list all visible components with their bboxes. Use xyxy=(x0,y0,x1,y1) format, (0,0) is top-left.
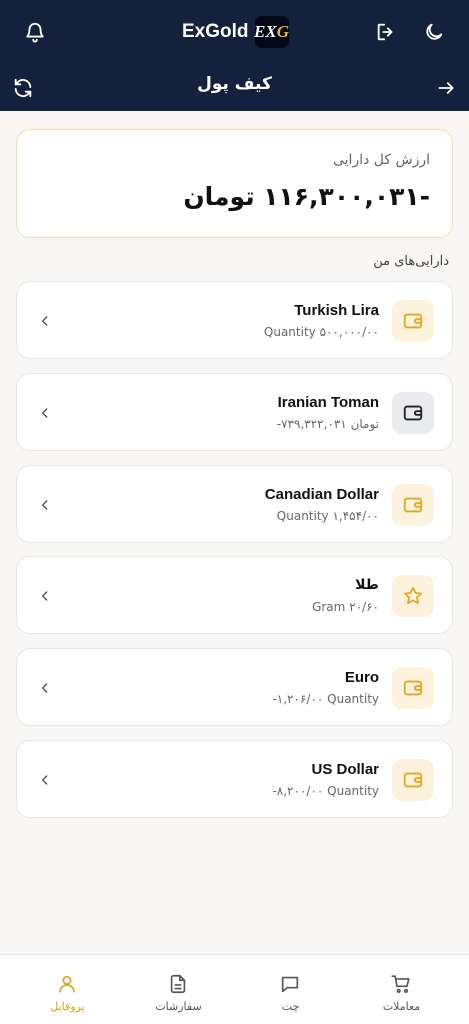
nav-label-orders: سفارشات xyxy=(155,1000,202,1013)
asset-name: Canadian Dollar xyxy=(264,486,379,503)
chat-icon xyxy=(281,976,299,993)
asset-card-us-dollar[interactable]: US Dollar -۸,۲۰۰/۰۰ Quantity xyxy=(16,740,453,818)
document-icon xyxy=(170,974,186,994)
bottom-navigation: پروفایل سفارشات چت معاملات xyxy=(0,954,469,1024)
top-bar-title-row: کیف پول xyxy=(0,64,469,111)
brand: ExGold EX G xyxy=(182,16,289,48)
asset-name: Euro xyxy=(344,669,379,686)
brand-logo-main: EX xyxy=(254,22,277,41)
asset-quantity: Quantity ۱,۴۵۴/۰۰ xyxy=(276,509,379,523)
total-value-card: ارزش کل دارایی -۱۱۶,۳۰۰,۰۳۱ تومان xyxy=(16,129,453,238)
nav-item-profile[interactable]: پروفایل xyxy=(9,955,126,1024)
total-value-label: ارزش کل دارایی xyxy=(332,152,430,168)
chevron-left-icon xyxy=(35,403,55,423)
asset-name: Turkish Lira xyxy=(294,302,379,319)
chevron-left-icon xyxy=(35,495,55,515)
nav-label-trades: معاملات xyxy=(382,1000,421,1013)
nav-label-chat: چت xyxy=(281,1000,300,1013)
chevron-left-icon xyxy=(35,770,55,790)
asset-card-gold[interactable]: طلا Gram ۲۰/۶۰ xyxy=(16,556,453,634)
bell-icon[interactable] xyxy=(19,16,51,48)
asset-name: Iranian Toman xyxy=(277,394,379,411)
wallet-icon xyxy=(392,392,434,434)
moon-icon[interactable] xyxy=(418,16,450,48)
chevron-left-icon xyxy=(35,311,55,331)
wallet-icon xyxy=(392,759,434,801)
nav-item-chat[interactable]: چت xyxy=(232,955,349,1024)
brand-logo: EX G xyxy=(254,16,289,48)
asset-name: طلا xyxy=(355,577,379,593)
asset-quantity: -۱,۲۰۶/۰۰ Quantity xyxy=(272,692,379,706)
wallet-icon xyxy=(392,300,434,342)
top-bar-main-row: ExGold EX G xyxy=(0,0,469,64)
wallet-icon xyxy=(392,667,434,709)
assets-section-title: دارایی‌های من xyxy=(373,254,449,269)
brand-logo-accent: G xyxy=(276,22,289,41)
asset-card-euro[interactable]: Euro -۱,۲۰۶/۰۰ Quantity xyxy=(16,648,453,726)
asset-name: US Dollar xyxy=(311,761,379,778)
page-title: کیف پول xyxy=(197,74,272,94)
wallet-icon xyxy=(392,484,434,526)
asset-card-iranian-toman[interactable]: Iranian Toman -۷۳۹,۳۲۲,۰۳۱ تومان xyxy=(16,373,453,451)
nav-item-orders[interactable]: سفارشات xyxy=(120,955,237,1024)
brand-name: ExGold xyxy=(182,21,249,42)
logout-icon[interactable] xyxy=(370,16,402,48)
chevron-left-icon xyxy=(35,678,55,698)
asset-quantity: -۷۳۹,۳۲۲,۰۳۱ تومان xyxy=(276,417,379,431)
top-bar: ExGold EX G کیف پول xyxy=(0,0,469,111)
nav-item-trades[interactable]: معاملات xyxy=(343,955,460,1024)
asset-quantity: Gram ۲۰/۶۰ xyxy=(312,600,379,614)
chevron-left-icon xyxy=(35,586,55,606)
nav-label-profile: پروفایل xyxy=(50,1000,85,1013)
cart-icon xyxy=(391,975,410,993)
arrow-right-icon[interactable] xyxy=(430,72,462,104)
asset-quantity: Quantity ۵۰۰,۰۰۰/۰۰ xyxy=(263,325,379,339)
asset-card-turkish-lira[interactable]: Turkish Lira Quantity ۵۰۰,۰۰۰/۰۰ xyxy=(16,281,453,359)
asset-card-canadian-dollar[interactable]: Canadian Dollar Quantity ۱,۴۵۴/۰۰ xyxy=(16,465,453,543)
asset-quantity: -۸,۲۰۰/۰۰ Quantity xyxy=(272,784,379,798)
star-icon xyxy=(392,575,434,617)
total-value-amount: -۱۱۶,۳۰۰,۰۳۱ تومان xyxy=(183,182,430,211)
user-icon xyxy=(59,975,75,993)
